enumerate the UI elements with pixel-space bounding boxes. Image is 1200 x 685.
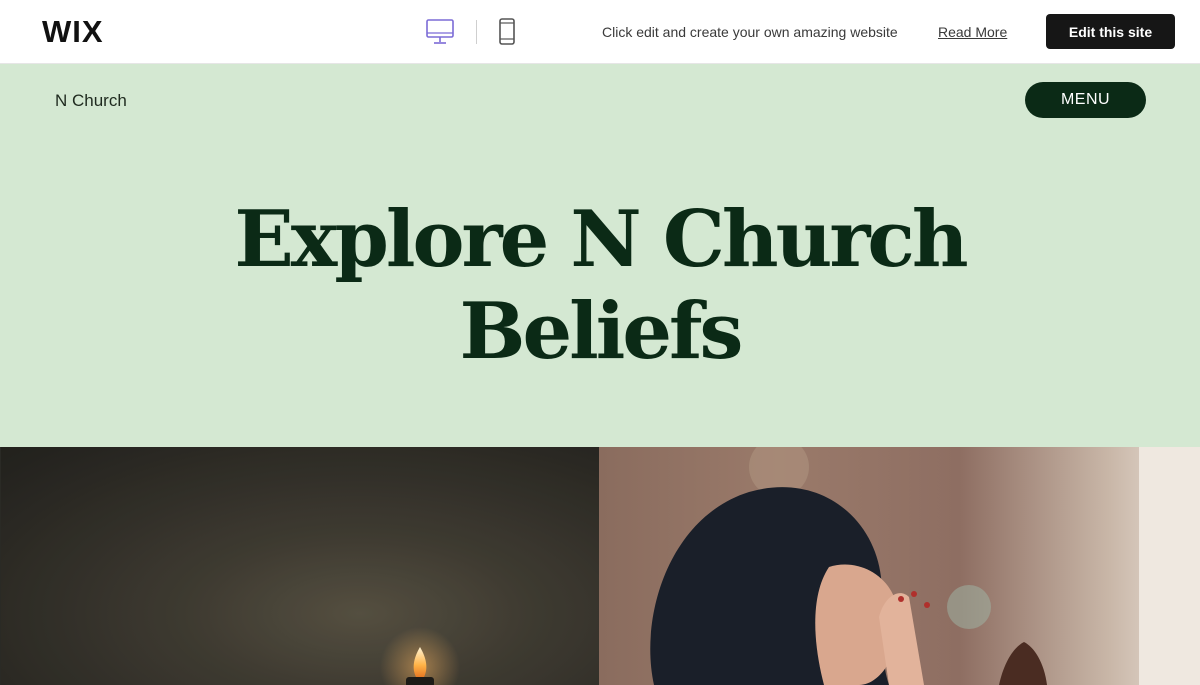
promo-text: Click edit and create your own amazing w… <box>602 24 898 40</box>
mobile-icon[interactable] <box>498 18 516 46</box>
desktop-icon[interactable] <box>426 19 454 45</box>
edit-site-button[interactable]: Edit this site <box>1046 14 1175 49</box>
praying-woman-photo <box>599 447 1200 685</box>
hero-section: N Church MENU Explore N Church Beliefs <box>0 64 1200 447</box>
site-name[interactable]: N Church <box>55 91 127 111</box>
device-separator <box>476 20 477 44</box>
hero-title-line-2: Beliefs <box>459 286 744 377</box>
candle-photo <box>0 447 599 685</box>
read-more-link[interactable]: Read More <box>938 24 1007 40</box>
hero-title: Explore N Church Beliefs <box>0 194 1200 378</box>
menu-button[interactable]: MENU <box>1025 82 1146 118</box>
wix-logo[interactable]: WIX <box>42 14 104 50</box>
hero-title-line-1: Explore N Church <box>234 194 968 285</box>
wix-top-bar: WIX Click edit and create your own amazi… <box>0 0 1200 64</box>
